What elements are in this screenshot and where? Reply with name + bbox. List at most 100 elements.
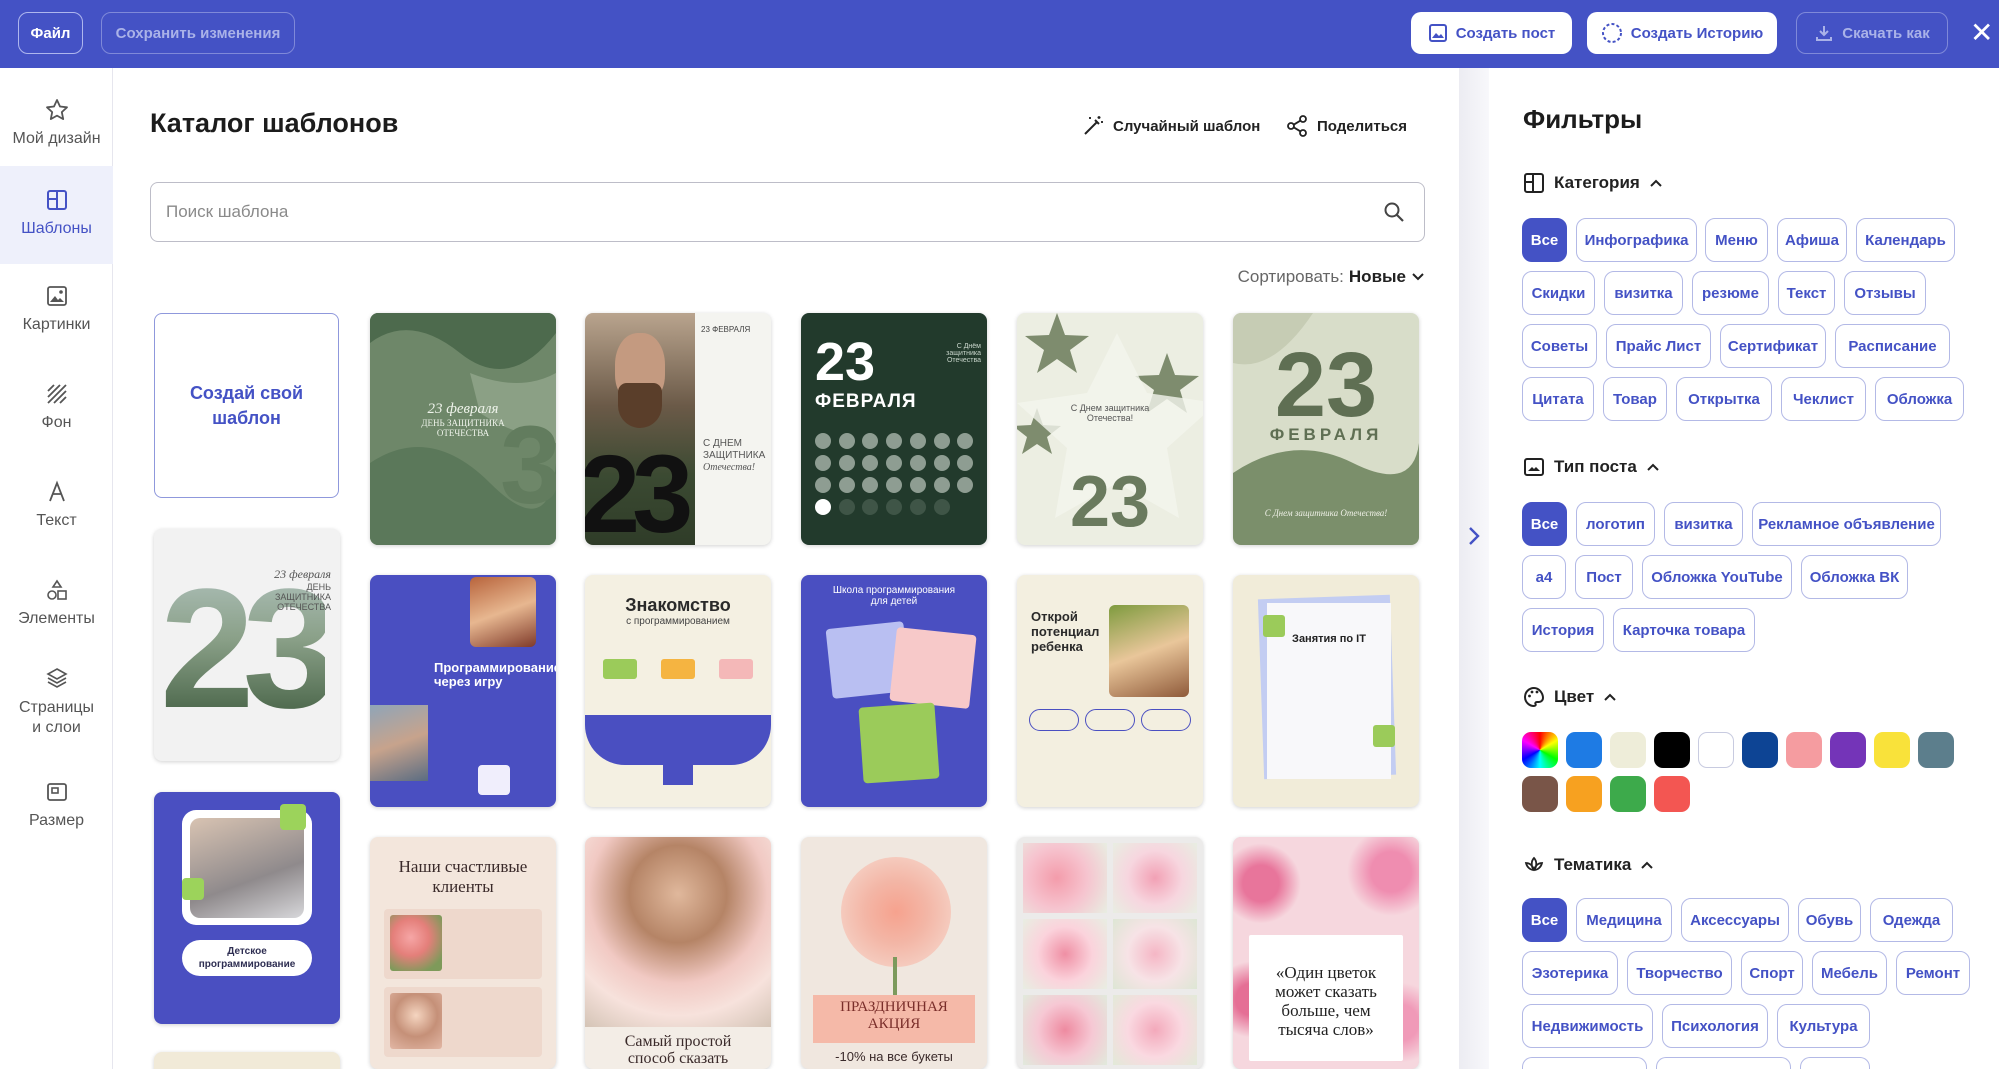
file-menu-button[interactable]: Файл xyxy=(18,12,83,54)
chip-post-type[interactable]: Пост xyxy=(1575,555,1633,599)
create-own-template-card[interactable]: Создай свой шаблон xyxy=(154,313,339,498)
sort-dropdown[interactable]: Сортировать: Новые xyxy=(1238,267,1425,287)
template-card[interactable]: Детское программирование xyxy=(154,792,340,1024)
chip-theme[interactable]: Аксессуары xyxy=(1681,898,1789,942)
chip-category[interactable]: Афиша xyxy=(1777,218,1847,262)
chip-theme[interactable]: Медицина xyxy=(1576,898,1672,942)
sidebar-item-my-design[interactable]: Мой дизайн xyxy=(0,86,113,168)
filter-section-theme[interactable]: Тематика xyxy=(1523,854,1654,876)
create-story-button[interactable]: Создать Историю xyxy=(1587,12,1777,54)
template-card[interactable]: Самый простой способ сказать xyxy=(585,837,771,1069)
template-card[interactable]: 23 ФЕВРАЛЯ С Днём защитника Отечества xyxy=(801,313,987,545)
chip-post-type[interactable]: Рекламное объявление xyxy=(1752,502,1941,546)
color-swatch-rainbow[interactable] xyxy=(1522,732,1558,768)
chip-category[interactable]: визитка xyxy=(1604,271,1683,315)
chip-theme[interactable]: Ремонт xyxy=(1896,951,1970,995)
chip-theme-all[interactable]: Все xyxy=(1522,898,1567,942)
chip-category[interactable]: Инфографика xyxy=(1576,218,1697,262)
chip-category[interactable]: Чеклист xyxy=(1781,377,1866,421)
chip-category[interactable]: Отзывы xyxy=(1844,271,1926,315)
sidebar-item-elements[interactable]: Элементы xyxy=(0,576,113,656)
chip-category[interactable]: Меню xyxy=(1705,218,1768,262)
chip-category[interactable]: Текст xyxy=(1778,271,1835,315)
color-swatch[interactable] xyxy=(1566,776,1602,812)
chip-category[interactable]: Сертификат xyxy=(1720,324,1826,368)
template-card[interactable]: Открой потенциал ребенка xyxy=(1017,575,1203,807)
chip-theme[interactable]: Культура xyxy=(1777,1004,1870,1048)
color-swatch[interactable] xyxy=(1918,732,1954,768)
search-input[interactable] xyxy=(166,202,1346,222)
chip-category[interactable]: Календарь xyxy=(1856,218,1955,262)
chip-category[interactable]: Обложка xyxy=(1875,377,1964,421)
color-swatch[interactable] xyxy=(1566,732,1602,768)
color-swatch[interactable] xyxy=(1610,776,1646,812)
color-swatch[interactable] xyxy=(1874,732,1910,768)
close-icon[interactable]: ✕ xyxy=(1970,18,1999,48)
chip-theme-partial[interactable] xyxy=(1522,1057,1647,1069)
chip-post-type-all[interactable]: Все xyxy=(1522,502,1567,546)
chip-theme[interactable]: Творчество xyxy=(1627,951,1732,995)
chip-post-type[interactable]: История xyxy=(1522,608,1604,652)
save-changes-button[interactable]: Сохранить изменения xyxy=(101,12,295,54)
chip-category[interactable]: Цитата xyxy=(1522,377,1594,421)
chip-post-type[interactable]: Обложка YouTube xyxy=(1642,555,1792,599)
template-card[interactable]: Программирование через игру xyxy=(370,575,556,807)
sidebar-item-pages-layers[interactable]: Страницы и слои xyxy=(0,664,113,764)
filter-section-category[interactable]: Категория xyxy=(1523,172,1663,194)
sidebar-item-templates[interactable]: Шаблоны xyxy=(0,166,113,264)
search-icon[interactable] xyxy=(1382,200,1406,224)
chip-theme-partial[interactable] xyxy=(1656,1057,1791,1069)
template-card[interactable] xyxy=(1017,837,1203,1069)
color-swatch[interactable] xyxy=(1742,732,1778,768)
template-card[interactable]: 3 23 февраля ДЕНЬ ЗАЩИТНИКА ОТЕЧЕСТВА xyxy=(370,313,556,545)
sidebar-item-text[interactable]: Текст xyxy=(0,478,113,558)
template-card[interactable]: Занятия по IT xyxy=(1233,575,1419,807)
chip-post-type[interactable]: логотип xyxy=(1576,502,1655,546)
share-button[interactable]: Поделиться xyxy=(1285,114,1407,138)
chip-category[interactable]: Прайс Лист xyxy=(1606,324,1711,368)
template-card[interactable]: 23 ФЕВРАЛЯ С Днем защитника Отечества! xyxy=(1233,313,1419,545)
chip-theme[interactable]: Эзотерика xyxy=(1522,951,1618,995)
chip-theme[interactable]: Одежда xyxy=(1870,898,1953,942)
chip-theme[interactable]: Психология xyxy=(1662,1004,1768,1048)
template-card[interactable]: 23 23 февраля ДЕНЬ ЗАЩИТНИКА ОТЕЧЕСТВА xyxy=(154,529,340,761)
chip-category-all[interactable]: Все xyxy=(1522,218,1567,262)
chip-theme[interactable]: Обувь xyxy=(1798,898,1861,942)
chip-category[interactable]: резюме xyxy=(1692,271,1769,315)
template-card[interactable]: Знакомство с программированием xyxy=(585,575,771,807)
chip-theme-partial[interactable] xyxy=(1800,1057,1870,1069)
chip-category[interactable]: Скидки xyxy=(1522,271,1595,315)
chip-category[interactable]: Расписание xyxy=(1835,324,1950,368)
template-card[interactable]: Школа программирования для детей xyxy=(801,575,987,807)
download-as-button[interactable]: Скачать как xyxy=(1796,12,1948,54)
chip-theme[interactable]: Недвижимость xyxy=(1522,1004,1653,1048)
color-swatch[interactable] xyxy=(1786,732,1822,768)
color-swatch[interactable] xyxy=(1654,776,1690,812)
create-post-button[interactable]: Создать пост xyxy=(1411,12,1572,54)
color-swatch[interactable] xyxy=(1522,776,1558,812)
color-swatch[interactable] xyxy=(1654,732,1690,768)
sidebar-item-background[interactable]: Фон xyxy=(0,380,113,460)
color-swatch[interactable] xyxy=(1830,732,1866,768)
template-card[interactable]: С Днем защитника Отечества! 23 xyxy=(1017,313,1203,545)
sidebar-item-images[interactable]: Картинки xyxy=(0,282,113,362)
chip-category[interactable]: Советы xyxy=(1522,324,1597,368)
chip-theme[interactable]: Спорт xyxy=(1741,951,1803,995)
filter-section-post-type[interactable]: Тип поста xyxy=(1523,456,1660,478)
template-card[interactable]: 23 23 ФЕВРАЛЯ С ДНЕМ ЗАЩИТНИКА Отечества… xyxy=(585,313,771,545)
chevron-right-icon[interactable] xyxy=(1465,524,1483,555)
sidebar-item-size[interactable]: Размер xyxy=(0,778,113,858)
template-card[interactable] xyxy=(154,1052,340,1069)
template-card[interactable]: ПРАЗДНИЧНАЯ АКЦИЯ -10% на все букеты xyxy=(801,837,987,1069)
chip-category[interactable]: Открытка xyxy=(1676,377,1772,421)
template-card[interactable]: Наши счастливые клиенты xyxy=(370,837,556,1069)
chip-post-type[interactable]: визитка xyxy=(1664,502,1743,546)
chip-post-type[interactable]: Карточка товара xyxy=(1613,608,1755,652)
template-card[interactable]: «Один цветок может сказать больше, чем т… xyxy=(1233,837,1419,1069)
random-template-button[interactable]: Случайный шаблон xyxy=(1081,114,1260,138)
chip-post-type[interactable]: Обложка ВК xyxy=(1801,555,1908,599)
color-swatch[interactable] xyxy=(1610,732,1646,768)
filter-section-color[interactable]: Цвет xyxy=(1523,686,1617,708)
chip-post-type[interactable]: а4 xyxy=(1522,555,1566,599)
chip-category[interactable]: Товар xyxy=(1603,377,1667,421)
